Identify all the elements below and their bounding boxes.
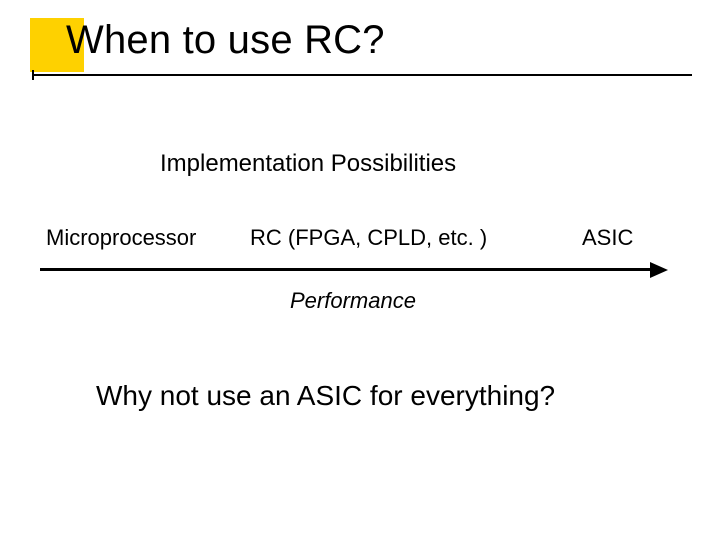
- performance-arrow-head-icon: [650, 262, 668, 278]
- spectrum-label-microprocessor: Microprocessor: [46, 225, 196, 251]
- title-rule: [32, 74, 692, 76]
- slide-title: When to use RC?: [66, 18, 385, 63]
- spectrum-label-asic: ASIC: [582, 225, 633, 251]
- performance-arrow-line: [40, 268, 652, 271]
- slide: When to use RC? Implementation Possibili…: [0, 0, 720, 540]
- closing-question: Why not use an ASIC for everything?: [96, 380, 555, 412]
- spectrum-label-rc: RC (FPGA, CPLD, etc. ): [250, 225, 487, 251]
- performance-axis-label: Performance: [290, 288, 416, 314]
- implementation-possibilities-heading: Implementation Possibilities: [160, 150, 456, 178]
